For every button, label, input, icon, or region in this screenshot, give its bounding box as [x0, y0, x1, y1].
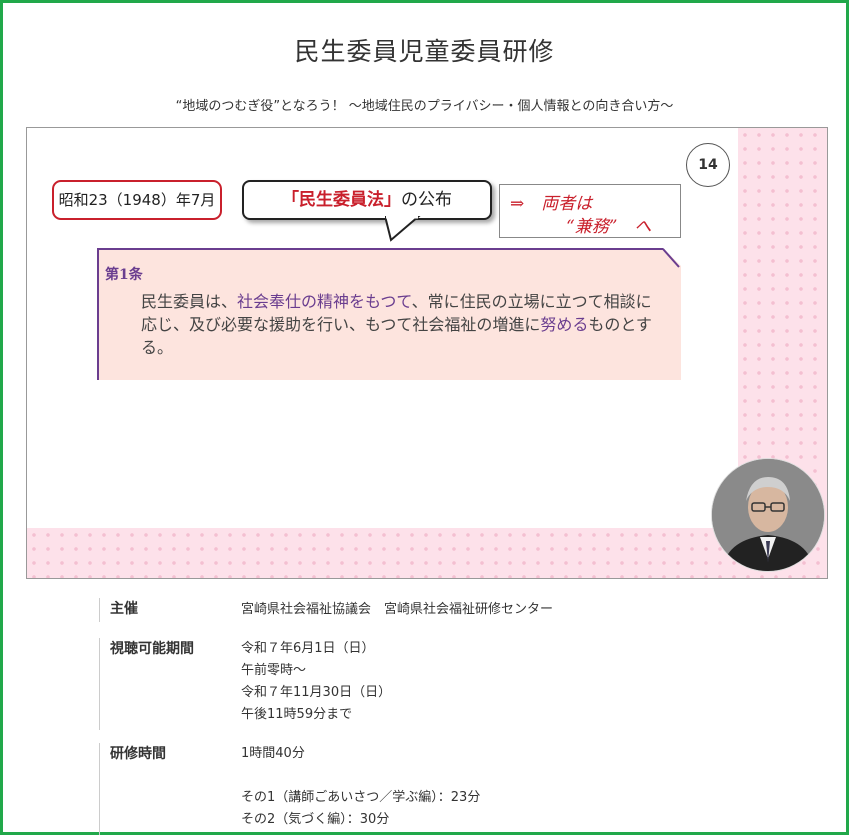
- presenter-avatar: [711, 458, 825, 572]
- info-period: 視聴可能期間 令和７年6月1日（日） 午前零時～ 令和７年11月30日（日） 午…: [99, 638, 739, 730]
- period-label: 視聴可能期間: [110, 641, 194, 657]
- slide-page-number: 14: [686, 143, 730, 187]
- article-text-highlight: 努める: [540, 315, 589, 334]
- page-title: 民生委員児童委員研修: [294, 37, 555, 66]
- law-suffix: の公布: [401, 190, 452, 210]
- info-duration: 研修時間 1時間40分 その1（講師ごあいさつ／学ぶ編）：23分 その2（気づく…: [99, 743, 739, 835]
- period-line: 令和７年11月30日（日）: [241, 685, 392, 700]
- period-line: 午後11時59分まで: [241, 707, 353, 722]
- duration-part: その2（気づく編）：30分: [241, 812, 390, 827]
- period-line: 令和７年6月1日（日）: [241, 641, 375, 656]
- organizer-label: 主催: [110, 601, 138, 617]
- info-divider: [99, 743, 100, 835]
- period-value: 令和７年6月1日（日） 午前零時～ 令和７年11月30日（日） 午後11時59分…: [241, 638, 391, 726]
- article-heading: 第1条: [105, 267, 143, 283]
- info-divider: [99, 638, 100, 730]
- period-line: 午前零時～: [241, 663, 307, 678]
- speech-bubble-tail: [385, 216, 421, 242]
- article-one-box: 第1条 民生委員は、社会奉仕の精神をもつて、常に住民の立場に立つて相談に応じ、及…: [97, 248, 681, 380]
- law-name: 「民生委員法」: [282, 190, 401, 210]
- slide-pattern-bottom: [27, 528, 827, 578]
- duration-part: その1（講師ごあいさつ／学ぶ編）：23分: [241, 790, 481, 805]
- duration-value: 1時間40分 その1（講師ごあいさつ／学ぶ編）：23分 その2（気づく編）：30…: [241, 743, 480, 831]
- organizer-value: 宮崎県社会福祉協議会 宮崎県社会福祉研修センター: [241, 602, 554, 617]
- law-speech-bubble: 「民生委員法」の公布: [242, 180, 492, 220]
- duration-total: 1時間40分: [241, 746, 305, 761]
- date-label-box: 昭和23（1948）年7月: [52, 180, 222, 220]
- concurrent-role-note: ⇒ 両者は “兼務” へ: [499, 184, 681, 238]
- article-text-highlight: 社会奉仕の精神をもつて: [237, 292, 412, 311]
- info-divider: [99, 598, 100, 622]
- lecture-video-slide[interactable]: 14 昭和23（1948）年7月 「民生委員法」の公布 ⇒ 両者は “兼務” へ…: [26, 127, 828, 579]
- arrow-note-line2: “兼務” へ: [566, 217, 652, 237]
- info-organizer: 主催 宮崎県社会福祉協議会 宮崎県社会福祉研修センター: [99, 598, 739, 622]
- page-subtitle: “地域のつむぎ役”となろう！ ～地域住民のプライバシー・個人情報との向き合い方～: [175, 99, 674, 114]
- arrow-note-line1: ⇒ 両者は: [510, 194, 593, 214]
- article-text-part: 民生委員は、: [141, 292, 238, 311]
- article-folded-corner: [662, 248, 680, 268]
- duration-label: 研修時間: [110, 746, 166, 762]
- article-text: 民生委員は、社会奉仕の精神をもつて、常に住民の立場に立つて相談に応じ、及び必要な…: [141, 290, 666, 359]
